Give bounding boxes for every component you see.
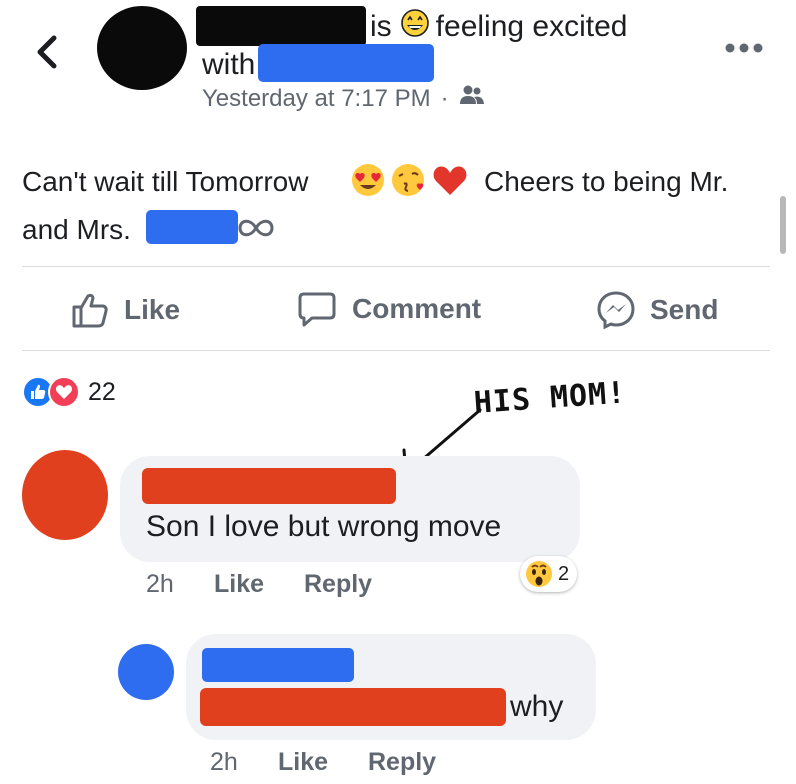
like-action-button[interactable]: Like xyxy=(70,290,180,330)
grinning-star-eyes-emoji xyxy=(400,8,430,46)
reply-like-button[interactable]: Like xyxy=(278,748,328,777)
comment-text: Son I love but wrong move xyxy=(146,510,502,543)
messenger-icon xyxy=(597,291,635,330)
like-action-label: Like xyxy=(124,294,181,325)
author-avatar-redacted[interactable] xyxy=(97,6,187,90)
status-feeling: feeling excited xyxy=(435,10,628,43)
post-meta: Yesterday at 7:17 PM · xyxy=(202,84,485,113)
wow-reaction-icon xyxy=(526,561,552,587)
status-prefix: is xyxy=(370,10,392,43)
feeling-status: is feeling excited xyxy=(370,8,627,46)
tagged-friend-redacted[interactable] xyxy=(258,44,434,82)
author-name-redacted[interactable] xyxy=(196,6,366,46)
post-timestamp[interactable]: Yesterday at 7:17 PM xyxy=(202,85,431,113)
post-emoji-row xyxy=(350,162,468,198)
comment-action-button[interactable]: Comment xyxy=(296,290,481,328)
post-text-line1-end: Cheers to being Mr. xyxy=(484,166,729,197)
send-action-label: Send xyxy=(650,294,719,325)
comment-action-label: Comment xyxy=(352,293,482,324)
comment-like-button[interactable]: Like xyxy=(214,570,264,599)
post-text-line1-start: Can't wait till Tomorrow xyxy=(22,166,309,197)
divider-bottom xyxy=(22,350,770,351)
thumbs-up-icon xyxy=(72,293,108,328)
commenter-name-redacted[interactable] xyxy=(142,468,396,504)
post-text-line2: and Mrs. xyxy=(22,214,131,245)
commenter-avatar-redacted[interactable] xyxy=(22,450,108,540)
reply-reply-button[interactable]: Reply xyxy=(368,748,436,777)
replier-name-redacted[interactable] xyxy=(202,648,354,682)
heart-eyes-emoji xyxy=(352,164,384,196)
comment-reaction-badge[interactable]: 2 xyxy=(520,556,578,592)
divider-top xyxy=(22,266,770,267)
back-button[interactable] xyxy=(28,30,68,74)
mentioned-name-redacted[interactable] xyxy=(146,210,238,244)
reply-text: why xyxy=(510,690,564,723)
scrollbar-thumb[interactable] xyxy=(780,196,786,254)
love-reaction-icon xyxy=(48,376,80,408)
infinity-symbol xyxy=(236,216,276,245)
comment-reply-button[interactable]: Reply xyxy=(304,570,372,599)
comment-reaction-count: 2 xyxy=(558,562,570,585)
kissing-heart-emoji xyxy=(392,164,424,196)
handwritten-annotation: HIS MOM! xyxy=(472,375,628,421)
friends-icon xyxy=(459,84,485,113)
reaction-summary[interactable]: 22 xyxy=(22,376,116,408)
red-heart-emoji xyxy=(433,166,467,195)
reply-time: 2h xyxy=(210,748,238,776)
more-options-button[interactable] xyxy=(722,36,766,60)
reply-text-redacted xyxy=(200,688,506,726)
comment-time: 2h xyxy=(146,570,174,598)
send-action-button[interactable]: Send xyxy=(596,290,718,330)
meta-separator: · xyxy=(440,84,449,112)
chevron-left-icon xyxy=(37,35,57,69)
replier-avatar-redacted[interactable] xyxy=(118,644,174,700)
comment-bubble-icon xyxy=(298,292,336,327)
ellipsis-icon xyxy=(725,43,763,53)
tagged-with-label: with xyxy=(202,48,256,81)
reaction-count: 22 xyxy=(88,377,116,406)
